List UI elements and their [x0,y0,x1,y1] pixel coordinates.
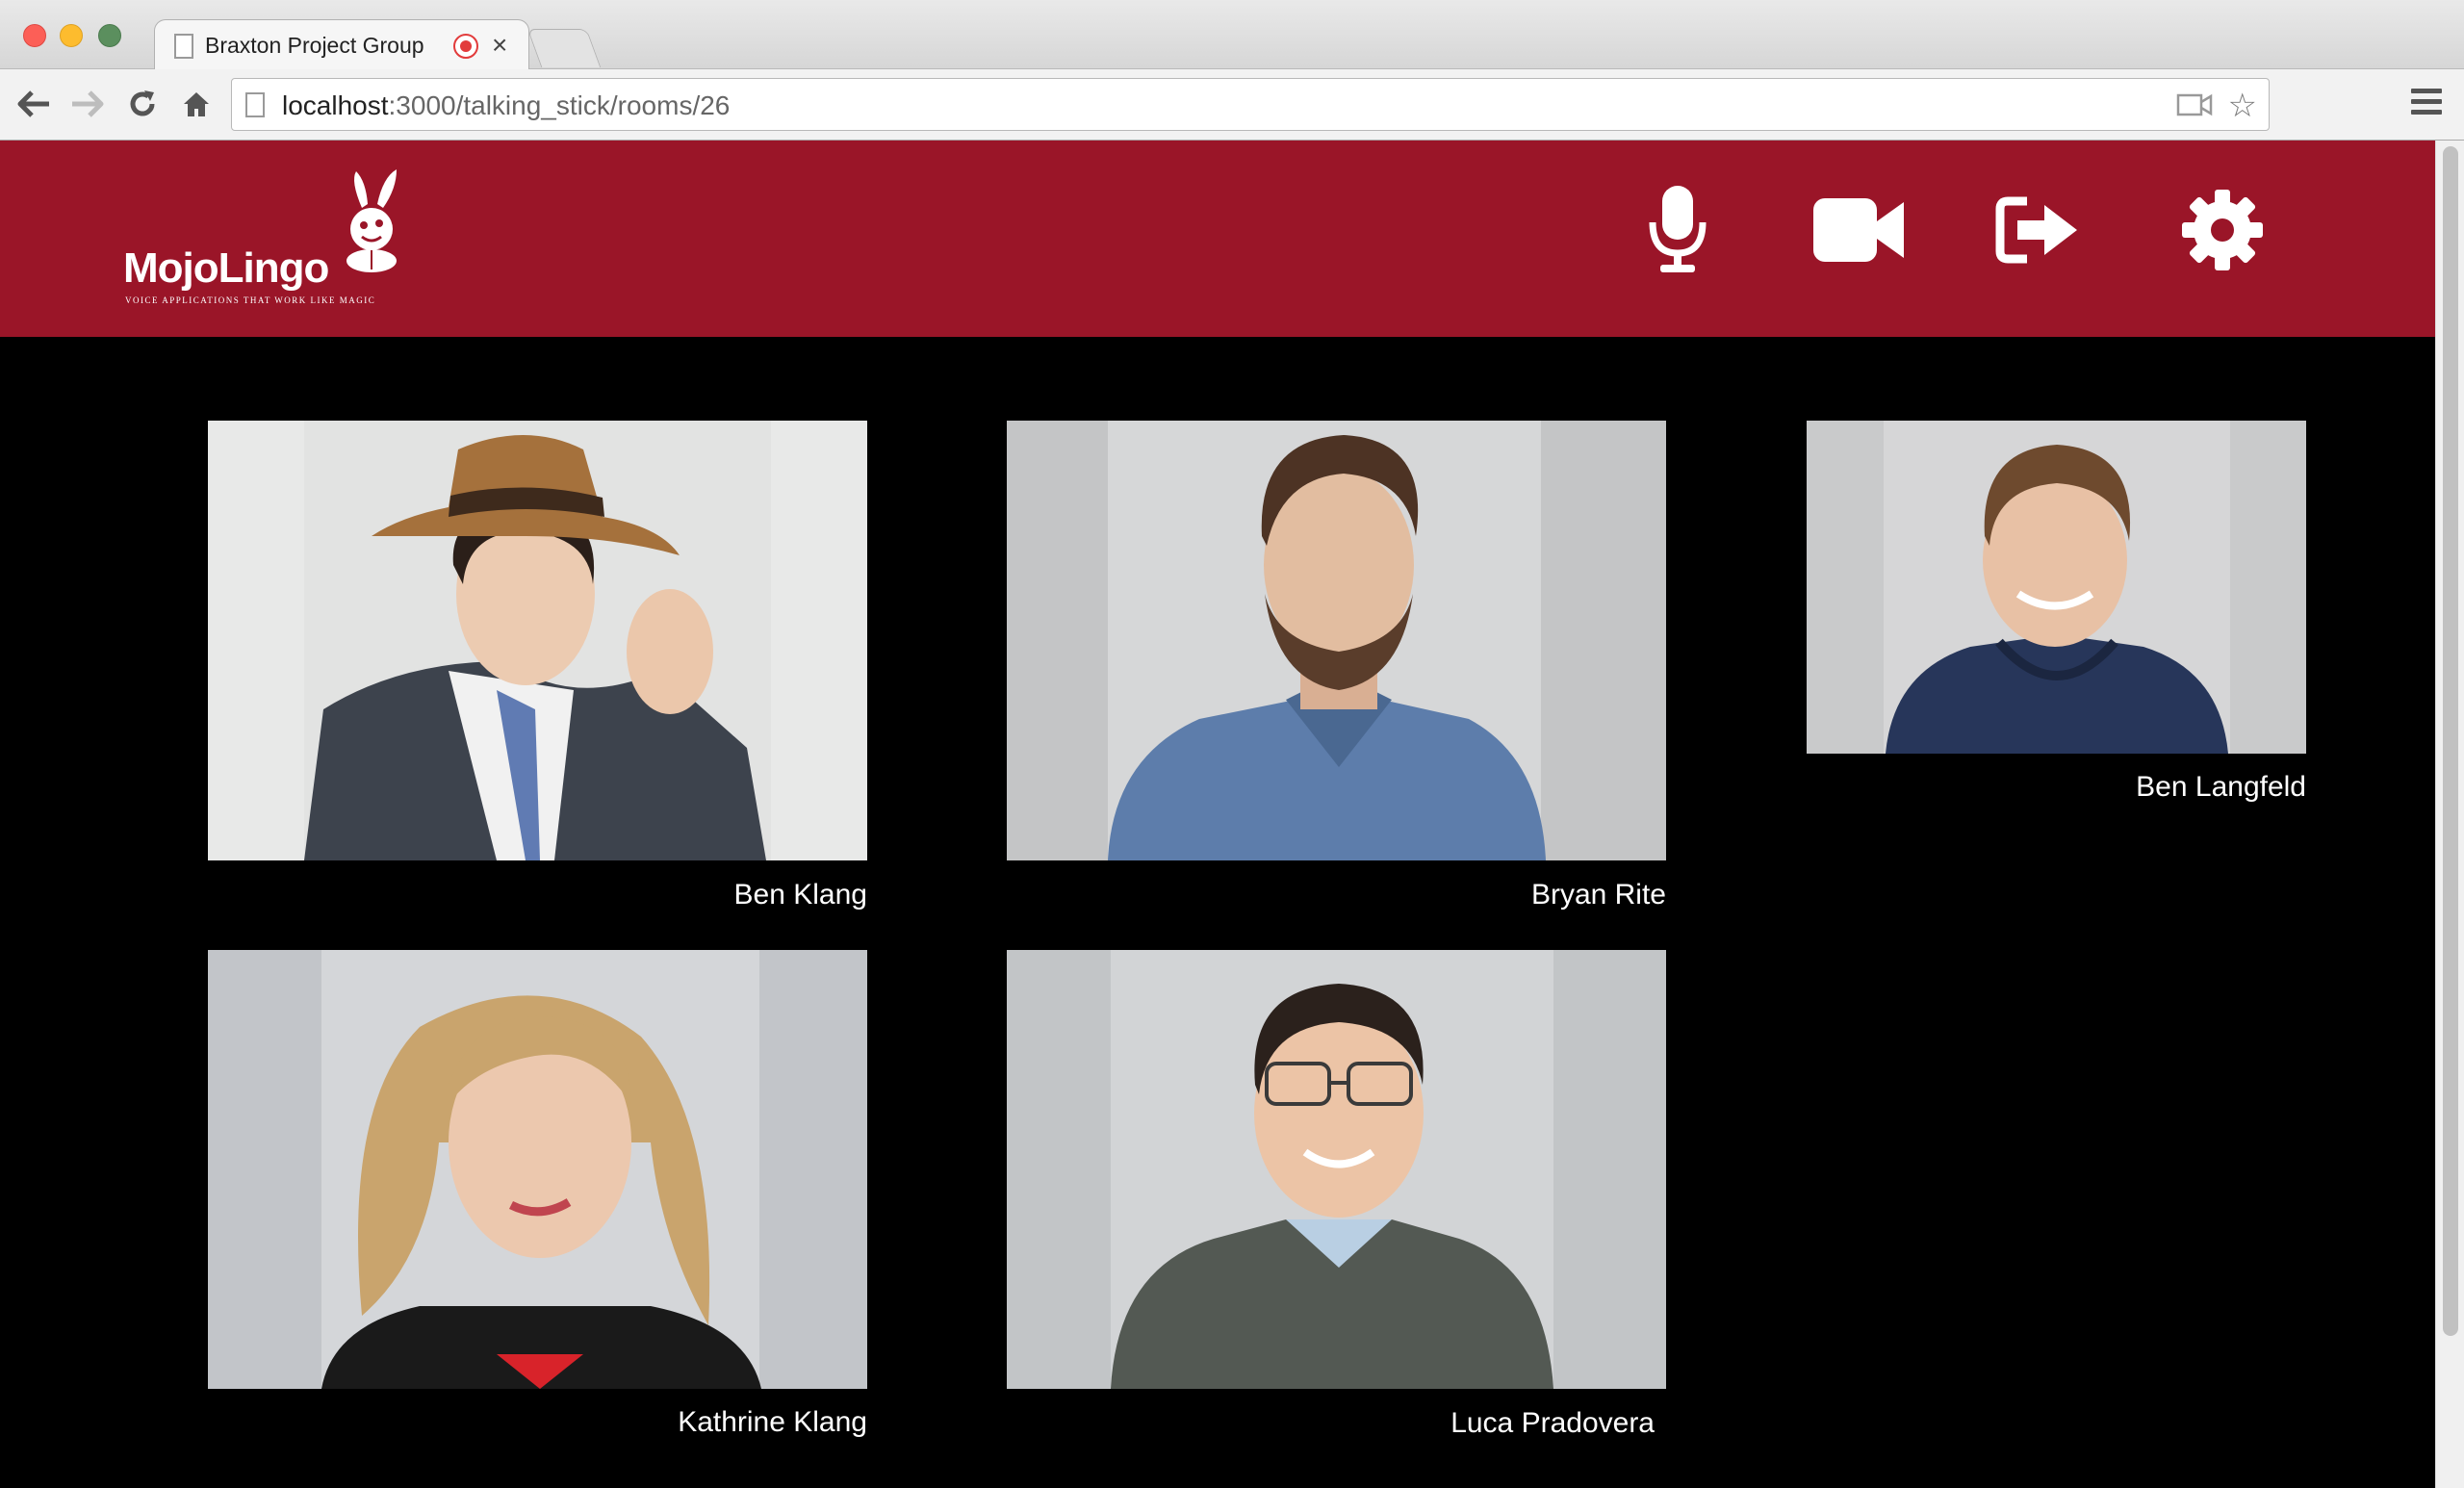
browser-toolbar: localhost:3000/talking_stick/rooms/26 ☆ [0,69,2464,141]
participant-name: Kathrine Klang [678,1406,867,1438]
bookmark-star-icon[interactable]: ☆ [2228,87,2257,125]
video-camera-icon[interactable] [1806,177,1912,283]
participant-tile: Ben Langfeld [1807,421,2306,815]
new-tab-button[interactable] [526,29,602,67]
back-arrow-icon[interactable] [12,81,58,127]
url-text[interactable]: localhost:3000/talking_stick/rooms/26 [282,90,730,121]
forward-arrow-icon[interactable] [64,81,110,127]
participant-video[interactable] [1007,950,1666,1389]
tab-close-icon[interactable]: × [492,30,507,61]
participant-tile: Luca Pradovera [1007,950,1666,1450]
url-host: localhost [282,90,389,120]
participant-video[interactable] [208,950,867,1389]
url-path: :3000/talking_stick/rooms/26 [388,90,731,120]
participant-tile: Kathrine Klang [208,950,867,1450]
logo-tagline: VOICE APPLICATIONS THAT WORK LIKE MAGIC [125,295,376,305]
microphone-icon[interactable] [1625,177,1731,283]
participant-name: Ben Klang [733,879,867,911]
browser-menu-icon[interactable] [2411,89,2442,119]
reload-icon[interactable] [119,81,166,127]
page-scrollbar[interactable] [2435,141,2464,1488]
close-window-button[interactable] [23,24,46,47]
leave-room-icon[interactable] [1985,177,2091,283]
participant-video[interactable] [1807,421,2306,754]
browser-tab-active[interactable]: Braxton Project Group × [154,19,529,70]
browser-tab-bar: Braxton Project Group × [0,0,2464,70]
participant-name: Ben Langfeld [2136,771,2306,803]
address-bar[interactable]: localhost:3000/talking_stick/rooms/26 ☆ [231,78,2270,131]
participant-name: Luca Pradovera [1450,1407,1655,1439]
logo-text: MojoLingo [123,244,329,292]
bunny-mascot-icon [333,169,420,275]
page-info-icon[interactable] [245,92,265,117]
participant-name: Bryan Rite [1530,879,1666,911]
app-header: MojoLingo VOICE APPLICATIONS THAT WORK L… [0,141,2435,337]
participant-tile: Bryan Rite [1007,421,1666,921]
recording-indicator-icon [453,34,478,59]
tab-title: Braxton Project Group [205,33,424,58]
home-icon[interactable] [173,81,219,127]
participant-video[interactable] [1007,421,1666,860]
mojolingo-logo[interactable]: MojoLingo VOICE APPLICATIONS THAT WORK L… [123,169,412,314]
zoom-window-button[interactable] [98,24,121,47]
camera-in-use-icon[interactable] [2176,92,2213,117]
settings-gear-icon[interactable] [2169,177,2275,283]
scrollbar-thumb[interactable] [2443,146,2458,1336]
page-icon [174,34,193,59]
minimize-window-button[interactable] [60,24,83,47]
participant-tile: Ben Klang [208,421,867,921]
participant-video[interactable] [208,421,867,860]
